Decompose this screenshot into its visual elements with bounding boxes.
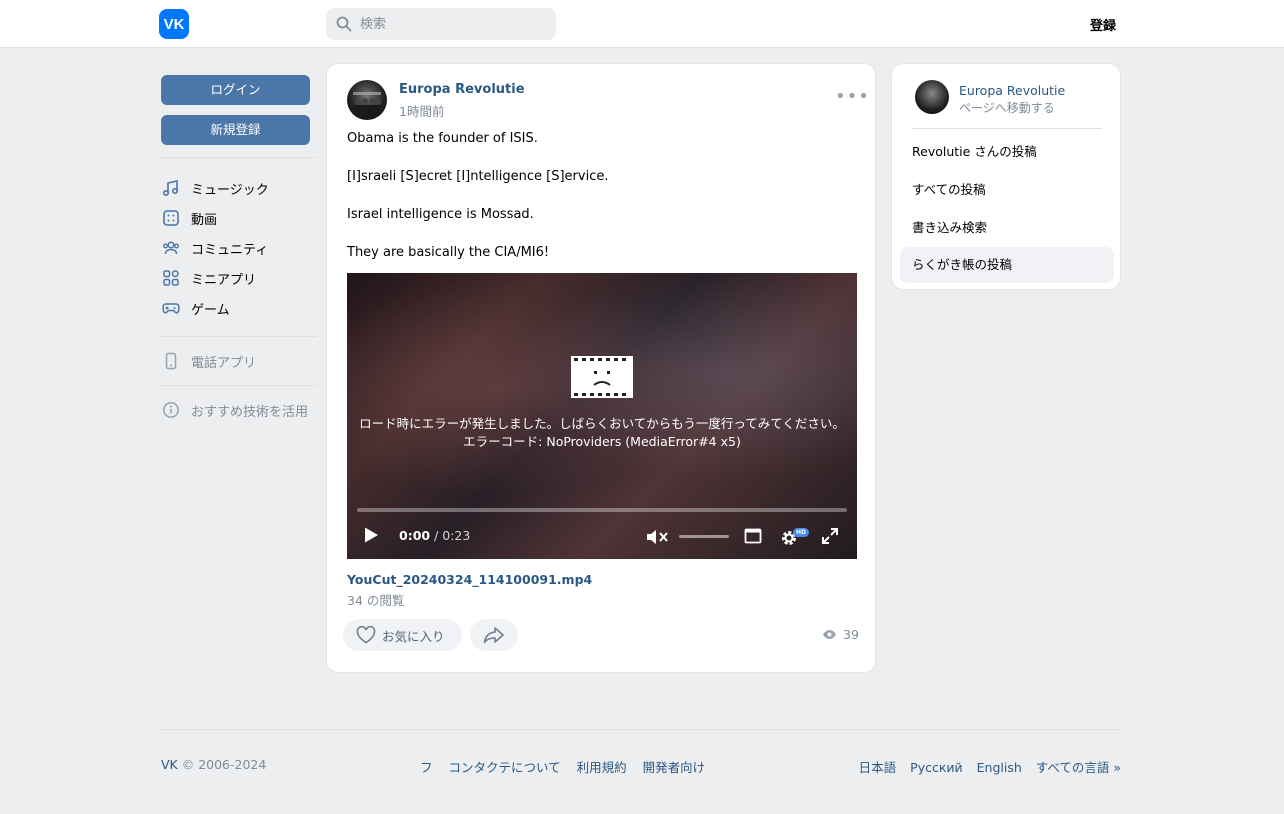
nav-item-label: 動画 [191, 212, 218, 228]
search-icon [336, 16, 352, 32]
divider [161, 157, 317, 158]
time-separator: / [430, 528, 443, 543]
divider [161, 385, 317, 386]
nav-item-apps[interactable]: ミニアプリ [161, 263, 317, 293]
mute-icon[interactable] [645, 527, 669, 547]
wall-post: Europa Revolutie 1時間前 ••• Obama is the f… [326, 63, 876, 673]
vk-logo[interactable]: VK [159, 9, 189, 39]
total-time: 0:23 [442, 528, 471, 543]
footer-links: フ コンタクテについて 利用規約 開発者向け [420, 757, 717, 776]
menu-item-wall-posts[interactable]: らくがき帳の投稿 [900, 247, 1114, 283]
footer-link-about[interactable]: コンタクテについて [449, 760, 561, 775]
current-time: 0:00 [399, 528, 431, 543]
language-all[interactable]: すべての言語 » [1036, 760, 1121, 775]
video-timecode: 0:00 / 0:23 [399, 528, 470, 543]
register-link[interactable]: 登録 [1090, 15, 1116, 34]
music-icon [161, 178, 181, 198]
post-paragraph: Obama is the founder of ISIS. [347, 131, 538, 146]
footer-languages: 日本語 Русский English すべての言語 » [849, 757, 1121, 776]
nav-item-games[interactable]: ゲーム [161, 293, 317, 323]
nav-item-video[interactable]: 動画 [161, 203, 317, 233]
video-player[interactable]: ロード時にエラーが発生しました。しばらくおいてからもう一度行ってみてください。 … [347, 273, 857, 559]
play-icon[interactable] [363, 526, 379, 544]
hd-badge: HD [795, 529, 806, 536]
nav-item-music[interactable]: ミュージック [161, 173, 317, 203]
post-paragraph: [I]sraeli [S]ecret [I]ntelligence [S]erv… [347, 169, 609, 184]
nav-item-recommend[interactable]: おすすめ技術を活用 [161, 395, 317, 425]
go-to-page-link[interactable]: ページへ移動する [959, 99, 1055, 116]
search-input[interactable] [360, 16, 540, 32]
error-line: ロード時にエラーが発生しました。しばらくおいてからもう一度行ってみてください。 [359, 416, 845, 431]
eye-icon [823, 630, 836, 639]
more-options-icon[interactable]: ••• [835, 88, 870, 106]
nav-item-label: おすすめ技術を活用 [191, 404, 309, 420]
nav-item-label: ミニアプリ [191, 272, 257, 288]
error-code: エラーコード: NoProviders (MediaError#4 x5) [463, 434, 741, 449]
footer-copyright: VK © 2006-2024 [161, 757, 266, 772]
video-controls: 0:00 / 0:23 HD [347, 521, 857, 551]
community-icon [161, 238, 181, 258]
post-author[interactable]: Europa Revolutie [399, 82, 525, 97]
language-english[interactable]: English [977, 760, 1022, 775]
info-icon [161, 400, 181, 420]
post-paragraph: They are basically the CIA/MI6! [347, 245, 550, 260]
phone-icon [161, 351, 181, 371]
video-view-count: 34 の閲覧 [347, 593, 405, 608]
nav-item-label: 電話アプリ [191, 355, 257, 371]
footer-brand[interactable]: VK [161, 757, 178, 772]
menu-item-author-posts[interactable]: Revolutie さんの投稿 [900, 134, 1114, 170]
footer-link-terms[interactable]: 利用規約 [577, 760, 627, 775]
share-button[interactable] [470, 619, 518, 651]
settings-gear-icon[interactable]: HD [779, 526, 809, 548]
author-sidebar-card: Europa Revolutie ページへ移動する Revolutie さんの投… [891, 63, 1121, 290]
footer-link-developers[interactable]: 開発者向け [643, 760, 706, 775]
top-header: VK 登録 [0, 0, 1284, 48]
fullscreen-icon[interactable] [821, 527, 839, 545]
author-name-link[interactable]: Europa Revolutie [959, 83, 1065, 98]
video-icon [161, 208, 181, 228]
post-paragraph: Israel intelligence is Mossad. [347, 207, 534, 222]
author-avatar[interactable] [915, 80, 949, 114]
share-icon [483, 627, 504, 644]
post-text: Obama is the founder of ISIS. [I]sraeli … [347, 130, 857, 282]
footer-divider [161, 729, 1121, 730]
sad-film-icon [571, 356, 633, 398]
volume-slider[interactable] [679, 535, 729, 538]
nav-item-community[interactable]: コミュニティ [161, 233, 317, 263]
signup-button[interactable]: 新規登録 [161, 115, 310, 145]
left-sidebar: ログイン 新規登録 ミュージック 動画 コミュニティ ミニアプリ ゲーム 電話ア… [161, 75, 317, 425]
divider [912, 128, 1102, 129]
nav-item-label: コミュニティ [191, 242, 269, 258]
view-count: 39 [843, 627, 859, 642]
video-title-link[interactable]: YouCut_20240324_114100091.mp4 [347, 572, 592, 587]
divider [161, 336, 317, 337]
like-button[interactable]: お気に入り [343, 619, 462, 651]
login-button[interactable]: ログイン [161, 75, 310, 105]
language-japanese[interactable]: 日本語 [859, 760, 897, 775]
copyright-text: © 2006-2024 [177, 757, 267, 772]
video-error-message: ロード時にエラーが発生しました。しばらくおいてからもう一度行ってみてください。 … [357, 415, 847, 451]
author-avatar[interactable] [347, 80, 387, 120]
video-progress-bar[interactable] [357, 508, 847, 512]
like-label: お気に入り [382, 628, 445, 644]
menu-item-search-posts[interactable]: 書き込み検索 [900, 210, 1114, 246]
gamepad-icon [161, 298, 181, 318]
menu-item-all-posts[interactable]: すべての投稿 [900, 172, 1114, 208]
footer-link[interactable]: フ [420, 760, 433, 775]
post-time[interactable]: 1時間前 [399, 101, 444, 120]
apps-icon [161, 268, 181, 288]
nav-item-label: ゲーム [191, 302, 230, 318]
mini-player-icon[interactable] [744, 527, 762, 545]
nav-item-label: ミュージック [191, 182, 269, 198]
nav-item-phone-app[interactable]: 電話アプリ [161, 346, 317, 376]
heart-icon [356, 626, 376, 644]
language-russian[interactable]: Русский [910, 760, 962, 775]
search-box[interactable] [326, 8, 556, 40]
post-views: 39 [822, 627, 859, 642]
